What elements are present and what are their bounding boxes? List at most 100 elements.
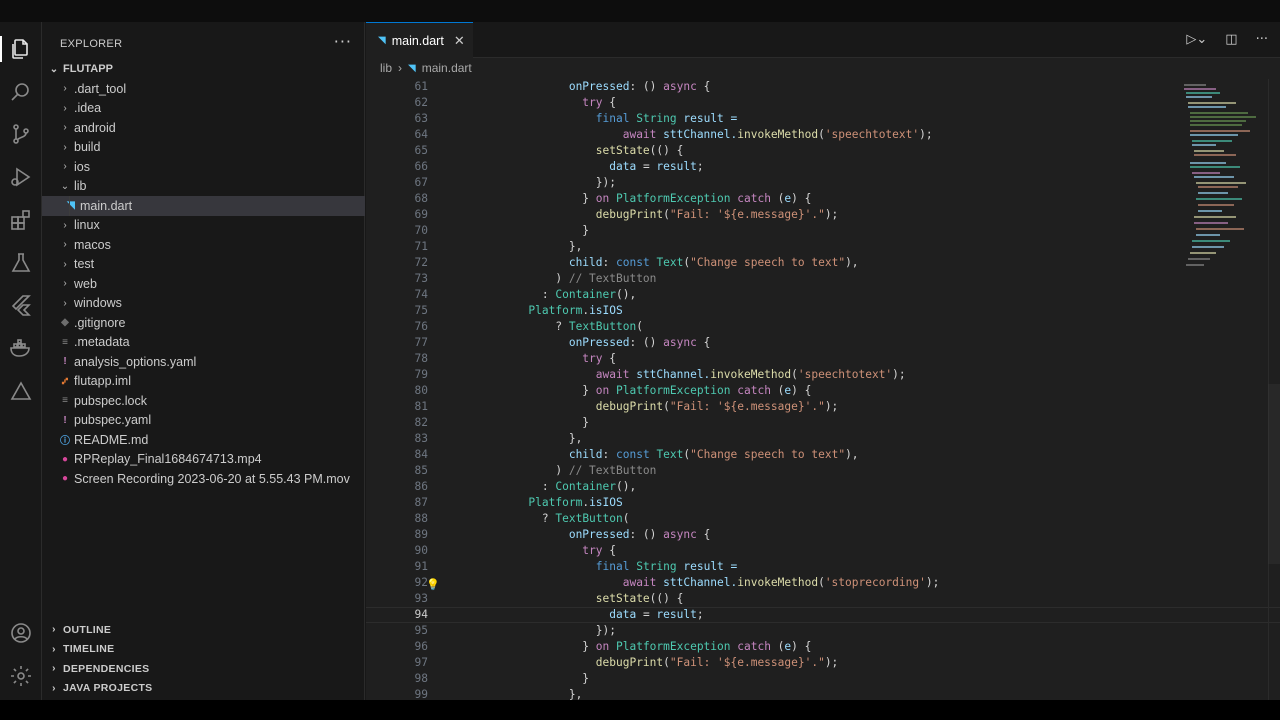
tree-item[interactable]: ⌄ lib: [42, 177, 365, 197]
code-line[interactable]: 69 debugPrint("Fail: '${e.message}'.");: [366, 207, 1280, 223]
code-view[interactable]: 61 onPressed: () async {62 try {63 final…: [366, 79, 1280, 700]
code-line[interactable]: 63 final String result =: [366, 111, 1280, 127]
tree-item[interactable]: ! pubspec.yaml: [42, 411, 365, 431]
files-icon[interactable]: [8, 36, 34, 62]
tree-item[interactable]: ⓘ README.md: [42, 430, 365, 450]
code-line[interactable]: 99 },: [366, 687, 1280, 700]
tree-item[interactable]: › web: [42, 274, 365, 294]
account-icon[interactable]: [8, 620, 34, 646]
tree-item[interactable]: › .dart_tool: [42, 79, 365, 99]
code-line[interactable]: 76 ? TextButton(: [366, 319, 1280, 335]
code-line[interactable]: 67 });: [366, 175, 1280, 191]
section-timeline[interactable]: › TIMELINE: [42, 640, 365, 660]
code-line[interactable]: 66 data = result;: [366, 159, 1280, 175]
line-number: 82: [414, 416, 428, 429]
code-line[interactable]: 82 }: [366, 415, 1280, 431]
code-line[interactable]: 86 : Container(),: [366, 479, 1280, 495]
code-token: onPressed: [568, 80, 630, 93]
code-line[interactable]: 72 child: const Text("Change speech to t…: [366, 255, 1280, 271]
code-line[interactable]: 78 try {: [366, 351, 1280, 367]
tree-item-label: ios: [74, 159, 90, 174]
tree-item[interactable]: ◆ .gitignore: [42, 313, 365, 333]
more-actions-icon[interactable]: ···: [1256, 32, 1268, 47]
tree-item[interactable]: › .idea: [42, 99, 365, 119]
tree-item[interactable]: ! analysis_options.yaml: [42, 352, 365, 372]
close-tab-icon[interactable]: ✕: [454, 33, 465, 49]
tree-item[interactable]: ◥ main.dart: [42, 196, 365, 216]
code-token: (: [791, 368, 798, 381]
code-line[interactable]: 96 } on PlatformException catch (e) {: [366, 639, 1280, 655]
code-line[interactable]: 73 ) // TextButton: [366, 271, 1280, 287]
chevron-right-icon: ›: [63, 219, 67, 231]
code-token: (: [663, 656, 670, 669]
minimap[interactable]: [1176, 79, 1266, 299]
breadcrumb-folder[interactable]: lib: [380, 61, 392, 75]
code-line[interactable]: 97 debugPrint("Fail: '${e.message}'.");: [366, 655, 1280, 671]
tree-item-label: main.dart: [80, 198, 133, 213]
tree-item[interactable]: › macos: [42, 235, 365, 255]
code-line[interactable]: 62 try {: [366, 95, 1280, 111]
code-line[interactable]: 79 await sttChannel.invokeMethod('speech…: [366, 367, 1280, 383]
code-line[interactable]: 80 } on PlatformException catch (e) {: [366, 383, 1280, 399]
vertical-scrollbar[interactable]: [1268, 79, 1280, 700]
tree-item[interactable]: › test: [42, 255, 365, 275]
code-line[interactable]: 88 ? TextButton(: [366, 511, 1280, 527]
code-line[interactable]: 81 debugPrint("Fail: '${e.message}'.");: [366, 399, 1280, 415]
tree-item[interactable]: › android: [42, 118, 365, 138]
code-line[interactable]: 84 child: const Text("Change speech to t…: [366, 447, 1280, 463]
tree-item[interactable]: ≡ .metadata: [42, 333, 365, 353]
tree-item[interactable]: ● Screen Recording 2023-06-20 at 5.55.43 …: [42, 469, 365, 489]
code-line[interactable]: 85 ) // TextButton: [366, 463, 1280, 479]
source-control-icon[interactable]: [8, 121, 34, 147]
tree-item[interactable]: ⑇ flutapp.iml: [42, 372, 365, 392]
code-line[interactable]: 65 setState(() {: [366, 143, 1280, 159]
search-icon[interactable]: [8, 79, 34, 105]
code-line[interactable]: 87 Platform.isIOS: [366, 495, 1280, 511]
code-token: Container: [555, 288, 616, 301]
run-debug-icon[interactable]: [8, 164, 34, 190]
section-outline[interactable]: › OUTLINE: [42, 620, 365, 640]
code-line[interactable]: 75 Platform.isIOS: [366, 303, 1280, 319]
chevron-right-icon: ›: [63, 258, 67, 270]
triangle-icon[interactable]: [8, 378, 34, 404]
code-line[interactable]: 68 } on PlatformException catch (e) {: [366, 191, 1280, 207]
code-line[interactable]: 71 },: [366, 239, 1280, 255]
code-line[interactable]: 70 }: [366, 223, 1280, 239]
code-line[interactable]: 89 onPressed: () async {: [366, 527, 1280, 543]
tab-main-dart[interactable]: ◥ main.dart ✕: [366, 22, 473, 58]
tree-item[interactable]: › ios: [42, 157, 365, 177]
section-java-projects[interactable]: › JAVA PROJECTS: [42, 679, 365, 699]
code-line[interactable]: 83 },: [366, 431, 1280, 447]
scrollbar-thumb[interactable]: [1268, 384, 1280, 564]
code-line[interactable]: 64 await sttChannel.invokeMethod('speech…: [366, 127, 1280, 143]
run-dropdown-icon[interactable]: ▷⌄: [1186, 32, 1207, 47]
tree-item[interactable]: ≡ pubspec.lock: [42, 391, 365, 411]
code-line[interactable]: 90 try {: [366, 543, 1280, 559]
code-line[interactable]: 95 });: [366, 623, 1280, 639]
code-line[interactable]: 77 onPressed: () async {: [366, 335, 1280, 351]
tree-item[interactable]: › linux: [42, 216, 365, 236]
breadcrumb-file[interactable]: main.dart: [422, 61, 472, 75]
tree-item[interactable]: › windows: [42, 294, 365, 314]
code-line[interactable]: 91 final String result =: [366, 559, 1280, 575]
tree-item[interactable]: › build: [42, 138, 365, 158]
docker-icon[interactable]: [8, 335, 34, 361]
flutter-icon[interactable]: [8, 292, 34, 318]
code-line[interactable]: 74 : Container(),: [366, 287, 1280, 303]
code-token: =: [636, 160, 657, 173]
extensions-icon[interactable]: [8, 207, 34, 233]
settings-gear-icon[interactable]: [8, 663, 34, 689]
code-line[interactable]: 93 setState(() {: [366, 591, 1280, 607]
more-actions-icon[interactable]: ···: [334, 32, 352, 51]
code-line[interactable]: 61 onPressed: () async {: [366, 79, 1280, 95]
tree-item[interactable]: ● RPReplay_Final1684674713.mp4: [42, 450, 365, 470]
code-line[interactable]: 98 }: [366, 671, 1280, 687]
section-dependencies[interactable]: › DEPENDENCIES: [42, 659, 365, 679]
code-line[interactable]: 92 💡 await sttChannel.invokeMethod('stopr…: [366, 575, 1280, 591]
split-editor-icon[interactable]: ◫: [1225, 32, 1237, 47]
testing-icon[interactable]: [8, 250, 34, 276]
code-token: data: [609, 608, 637, 621]
folder-root-flutapp[interactable]: ⌄ FLUTAPP: [42, 59, 365, 79]
code-line[interactable]: 94 data = result;: [366, 607, 1280, 623]
